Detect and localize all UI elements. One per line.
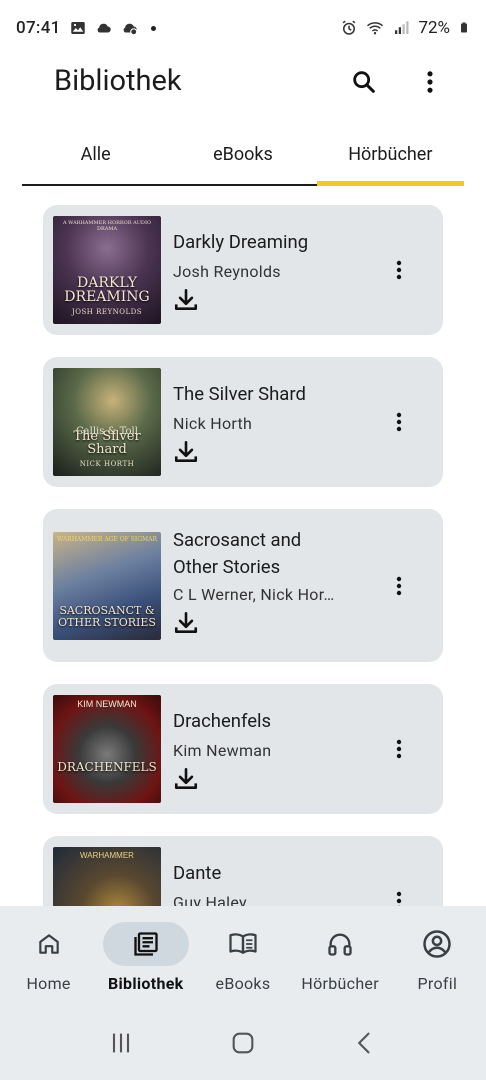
nav-icon-container [394,922,480,966]
cover-title: DRACHENFELS [57,760,157,775]
cover-top-text: WARHAMMER [80,851,134,860]
book-title: Drachenfels [173,710,272,732]
nav-home[interactable]: Home [1,922,97,993]
nav-profil[interactable]: Profil [389,922,485,993]
cover-top-text: A WARHAMMER HORROR AUDIO DRAMA [62,220,152,232]
recents-icon[interactable] [107,1029,135,1057]
cover-top-text: Callis & Toll [76,426,138,437]
search-button[interactable] [348,66,380,98]
cloud-sync-icon [123,23,137,36]
more-vertical-icon [427,71,433,93]
book-cover: Callis & Toll The Silver Shard NICK HORT… [53,368,161,476]
list-item[interactable]: WARHAMMER AGE OF SIGMAR SACROSANCT & OTH… [43,509,443,662]
book-author: C L Werner, Nick Hor… [173,585,335,604]
book-cover: KIM NEWMAN DRACHENFELS [53,695,161,803]
book-title: Dante [173,862,222,884]
library-icon [134,932,158,956]
cover-title: DARKLY DREAMING [64,274,150,306]
signal-icon [395,21,409,34]
cover-title: SACROSANCT & OTHER STORIES [58,604,156,629]
nav-hoerbuecher[interactable]: Hörbücher [292,922,388,993]
nav-label: Hörbücher [301,974,379,993]
nav-label: Bibliothek [108,974,184,993]
nav-icon-container [102,922,189,966]
tab-ebooks[interactable]: eBooks [169,130,317,186]
book-author: Kim Newman [173,741,272,760]
status-bar: 07:41 72% [0,0,486,56]
back-icon[interactable] [351,1029,379,1057]
app-actions [348,66,446,98]
nav-bibliothek[interactable]: Bibliothek [98,922,194,993]
nav-label: eBooks [215,974,271,993]
cover-top-text: KIM NEWMAN [77,699,137,709]
book-cover: WARHAMMER AGE OF SIGMAR SACROSANCT & OTH… [53,531,161,640]
home-button-icon[interactable] [229,1029,257,1057]
download-icon[interactable] [173,766,199,792]
home-icon [38,934,59,954]
more-vertical-icon [396,739,402,759]
nav-icon-container [297,922,383,966]
item-menu-button[interactable] [387,258,411,282]
system-navigation-bar [0,1006,486,1080]
alarm-icon [343,20,356,35]
cover-top-text: WARHAMMER AGE OF SIGMAR [56,535,158,543]
headphones-icon [328,933,352,956]
more-vertical-icon [396,576,402,595]
download-icon[interactable] [173,439,199,465]
book-author: Josh Reynolds [173,262,281,281]
tab-alle[interactable]: Alle [22,130,170,186]
item-menu-button[interactable] [387,574,411,598]
list-item[interactable]: Callis & Toll The Silver Shard NICK HORT… [43,357,443,487]
nav-label: Home [26,974,71,993]
item-menu-button[interactable] [387,737,411,761]
list-item[interactable]: KIM NEWMAN DRACHENFELS Drachenfels Kim N… [43,684,443,814]
status-left: 07:41 [16,18,156,38]
battery-icon [461,22,467,33]
search-icon [353,71,375,93]
more-vertical-icon [396,412,402,432]
gallery-icon [70,22,85,34]
status-time: 07:41 [16,18,61,38]
item-menu-button[interactable] [387,410,411,434]
nav-label: Profil [417,974,458,993]
book-title: Darkly Dreaming [173,231,309,253]
book-title: The Silver Shard [173,383,306,405]
overflow-menu-button[interactable] [414,66,446,98]
book-author: Nick Horth [173,414,253,433]
status-right: 72% [340,18,470,38]
list-item[interactable]: A WARHAMMER HORROR AUDIO DRAMA DARKLY DR… [43,205,443,335]
book-open-icon [229,933,257,954]
book-title: Sacrosanct and Other Stories [173,529,302,578]
nav-icon-container [6,922,92,966]
cover-author: JOSH REYNOLDS [71,308,143,316]
tab-hoerbuecher[interactable]: Hörbücher [316,130,464,186]
battery-percent: 72% [418,18,450,38]
app-bar: Bibliothek [0,56,486,112]
nav-icon-container [200,922,286,966]
cloud-icon [97,23,111,33]
bottom-navigation: Home Bibliothek eBooks Hörbücher Profil [0,906,486,1006]
cover-author: NICK HORTH [79,460,135,468]
download-icon[interactable] [173,610,199,636]
download-icon[interactable] [173,287,199,313]
nav-ebooks[interactable]: eBooks [195,922,291,993]
profile-icon [423,930,452,958]
wifi-icon [367,22,384,35]
more-vertical-icon [396,260,402,280]
tab-bar: Alle eBooks Hörbücher [22,130,464,186]
book-cover: A WARHAMMER HORROR AUDIO DRAMA DARKLY DR… [53,216,161,324]
page-title: Bibliothek [54,64,182,98]
notification-dot [150,25,156,31]
audiobook-list: A WARHAMMER HORROR AUDIO DRAMA DARKLY DR… [43,205,443,988]
